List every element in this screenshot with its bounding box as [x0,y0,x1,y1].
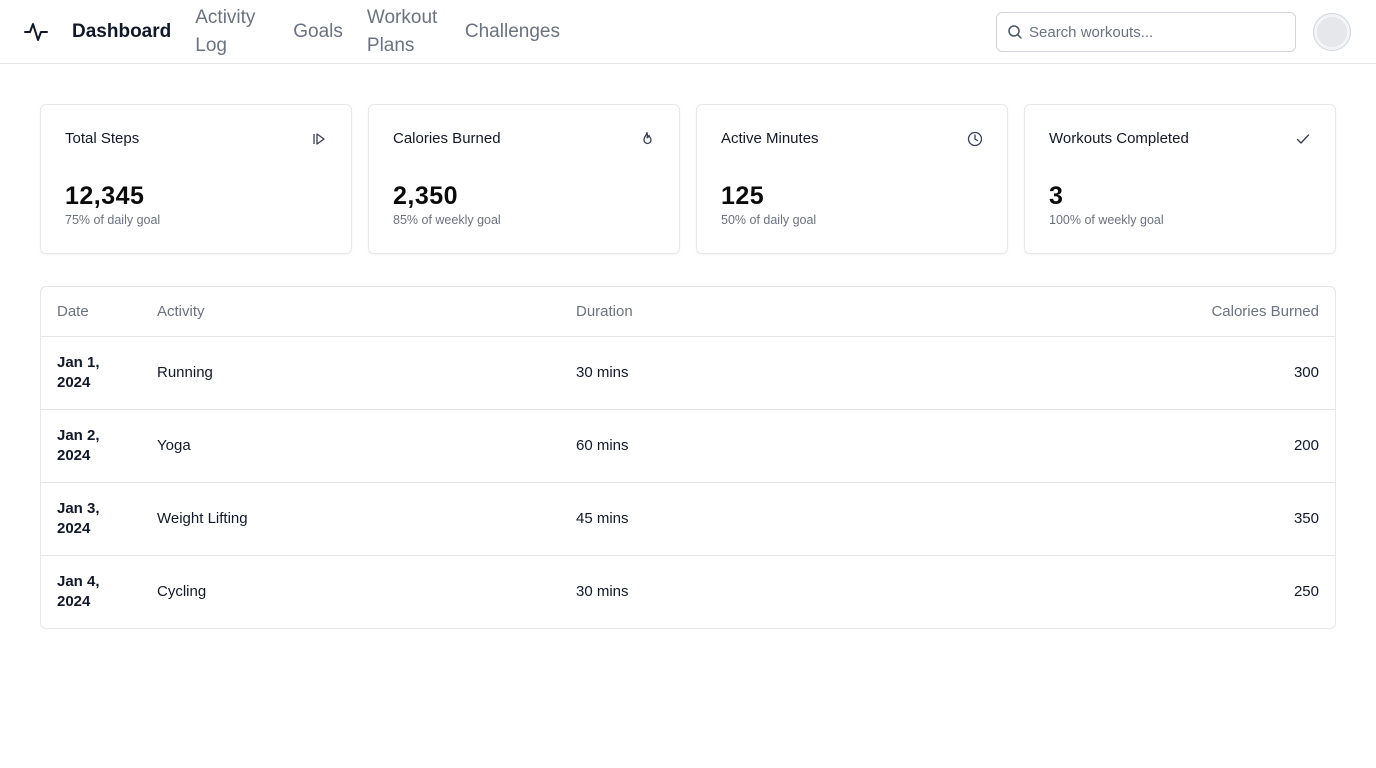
activity-table: Date Activity Duration Calories Burned J… [40,286,1336,629]
cell-activity: Weight Lifting [141,482,560,556]
cell-activity: Cycling [157,582,207,600]
cell-date: Jan 4, 2024 [41,555,141,628]
nav-dashboard[interactable]: Dashboard [72,18,171,46]
cell-duration: 30 mins [560,336,862,410]
date-text: Jan 2, 2024 [57,426,100,464]
cell-date: Jan 1, 2024 [41,336,141,410]
cell-duration: 45 mins [560,482,862,556]
table-row[interactable]: Jan 3, 2024 Weight Lifting 45 mins 350 [41,482,1335,556]
nav-challenges[interactable]: Challenges [465,18,560,46]
nav-activity-log[interactable]: Activity Log [195,4,269,60]
header-calories[interactable]: Calories Burned [861,287,1335,337]
card-subtitle: 75% of daily goal [65,213,161,227]
date-text: Jan 1, 2024 [57,353,100,391]
search-icon [1008,25,1022,39]
table-row[interactable]: Jan 2, 2024 Yoga 60 mins 200 [41,409,1335,483]
card-total-steps: Total Steps 12,345 75% of daily goal [40,104,352,254]
cell-date: Jan 3, 2024 [41,482,141,556]
date-text: Jan 4, 2024 [57,572,100,610]
card-value: 125 [721,182,765,210]
table-header-row: Date Activity Duration Calories Burned [41,287,1335,337]
cell-calories: 350 [861,482,1335,556]
card-value: 2,350 [393,182,459,210]
card-title: Workouts Completed [1049,130,1189,147]
cell-duration: 60 mins [560,409,862,483]
card-value: 12,345 [65,182,145,210]
card-active-minutes: Active Minutes 125 50% of daily goal [696,104,1008,254]
nav-workout-plans[interactable]: Workout Plans [367,4,441,60]
steps-icon [313,133,325,145]
cell-calories: 200 [861,409,1335,483]
header-date[interactable]: Date [41,287,141,337]
search-box[interactable] [996,12,1296,52]
table-row[interactable]: Jan 4, 2024 Cycling 30 mins 250 [41,555,1335,628]
table-row[interactable]: Jan 1, 2024 Running 30 mins 300 [41,336,1335,410]
card-subtitle: 50% of daily goal [721,213,817,227]
date-text: Jan 3, 2024 [57,499,100,537]
cell-activity: Yoga [141,409,560,483]
cell-date: Jan 2, 2024 [41,409,141,483]
header-activity[interactable]: Activity [141,287,560,337]
card-value: 3 [1049,182,1064,210]
card-title: Total Steps [65,130,140,147]
main-nav: Dashboard Activity Log Goals Workout Pla… [72,4,584,60]
cell-calories: 250 [1293,582,1319,600]
search-input[interactable] [1029,13,1289,51]
cell-duration: 30 mins [576,582,629,600]
card-subtitle: 85% of weekly goal [393,213,501,227]
card-subtitle: 100% of weekly goal [1049,213,1164,227]
activity-pulse-icon[interactable] [24,20,48,44]
card-workouts-completed: Workouts Completed 3 100% of weekly goal [1024,104,1336,254]
card-title: Active Minutes [721,130,819,147]
flame-icon [643,131,652,145]
nav-goals[interactable]: Goals [293,18,343,46]
cell-activity: Running [141,336,560,410]
card-title: Calories Burned [393,130,501,147]
clock-icon [967,131,983,147]
header-duration[interactable]: Duration [560,287,862,337]
stats-cards: Total Steps 12,345 75% of daily goal Cal… [40,104,1336,254]
card-calories-burned: Calories Burned 2,350 85% of weekly goal [368,104,680,254]
cell-calories: 300 [861,336,1335,410]
top-navigation-bar: Dashboard Activity Log Goals Workout Pla… [0,0,1376,64]
user-avatar[interactable] [1313,13,1351,51]
check-icon [1296,134,1310,144]
